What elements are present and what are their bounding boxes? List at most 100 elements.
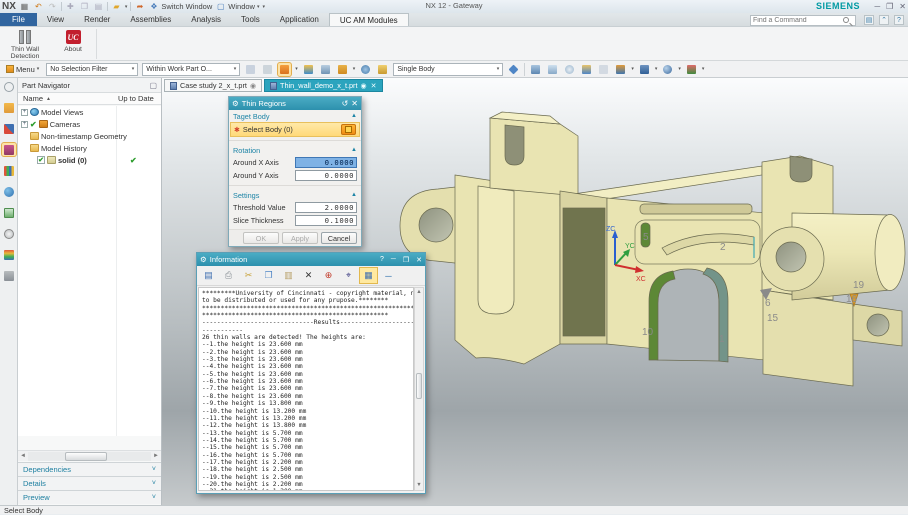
- reuse-library-icon[interactable]: [2, 164, 16, 177]
- information-text-area[interactable]: *********University of Cincinnati - copy…: [198, 287, 414, 491]
- command-finder-icon[interactable]: ▤: [864, 15, 874, 25]
- window-style-caret[interactable]: ▾: [631, 66, 634, 72]
- scrollbar-thumb[interactable]: [416, 372, 422, 399]
- switch-window-button[interactable]: ❖ Switch Window: [148, 2, 212, 12]
- measure-caret[interactable]: ▾: [702, 66, 705, 72]
- menu-button[interactable]: Menu ▾: [3, 64, 42, 75]
- tree-row-model-views[interactable]: + Model Views: [18, 106, 161, 118]
- horizontal-scrollbar[interactable]: ◄ ►: [18, 450, 161, 461]
- work-layer-icon[interactable]: [376, 63, 389, 76]
- tab-view[interactable]: View: [37, 13, 74, 26]
- cancel-button[interactable]: Cancel: [321, 232, 357, 244]
- scroll-down-icon[interactable]: ▼: [415, 481, 423, 490]
- collapse-icon[interactable]: ▲: [351, 113, 357, 119]
- doc-tab-case-study[interactable]: Case study 2_x_t.prt ◉: [164, 79, 263, 92]
- target-body-section-header[interactable]: Taget Body ▲: [229, 110, 361, 122]
- ok-button[interactable]: OK: [243, 232, 279, 244]
- tab-analysis[interactable]: Analysis: [181, 13, 231, 26]
- help-icon[interactable]: ?: [894, 15, 904, 25]
- perspective-icon[interactable]: [597, 63, 610, 76]
- tree-row-model-history[interactable]: Model History: [18, 142, 161, 154]
- paste-icon[interactable]: ▤: [93, 2, 104, 12]
- info-minimize-icon[interactable]: ─: [391, 256, 396, 263]
- true-shading-sphere-icon[interactable]: [661, 63, 674, 76]
- dialog-title-bar[interactable]: ⚙ Thin Regions ↺ ✕: [229, 97, 361, 110]
- information-title-bar[interactable]: ⚙ Information ? ─ ❐ ✕: [197, 253, 425, 266]
- apply-button[interactable]: Apply: [282, 232, 318, 244]
- measure-icon[interactable]: [685, 63, 698, 76]
- settings-section-header[interactable]: Settings ▲: [229, 189, 361, 201]
- column-up-to-date[interactable]: Up to Date: [118, 94, 154, 103]
- part-navigator-icon[interactable]: [0, 142, 17, 157]
- body-filter-dropdown[interactable]: Single Body ▾: [393, 62, 504, 76]
- find-command-input[interactable]: [753, 16, 843, 24]
- scroll-up-icon[interactable]: ▲: [415, 288, 423, 297]
- snap-point-icon[interactable]: [244, 63, 257, 76]
- highlight-caret[interactable]: ▾: [295, 66, 298, 72]
- dialog-close-icon[interactable]: ✕: [351, 99, 358, 108]
- print-icon[interactable]: ⎙: [220, 268, 237, 283]
- dialog-reset-icon[interactable]: ↺: [342, 99, 349, 108]
- expand-icon[interactable]: +: [21, 108, 28, 116]
- scroll-right-icon[interactable]: ►: [151, 453, 161, 459]
- restore-button[interactable]: ❐: [886, 2, 893, 11]
- undock-icon[interactable]: ▢: [149, 81, 157, 90]
- select-body-row[interactable]: ✱ Select Body (0): [230, 122, 360, 137]
- tree-row-solid[interactable]: ✔ solid (0) ✔: [18, 154, 161, 166]
- find-command-box[interactable]: [750, 14, 856, 26]
- window-style-icon[interactable]: [614, 63, 627, 76]
- tab-tools[interactable]: Tools: [231, 13, 270, 26]
- section-preview[interactable]: Preview ˅: [18, 490, 161, 504]
- graphics-viewport[interactable]: 5 2 10 1 15 6 16 19 ZC YC XC Case study …: [162, 78, 908, 505]
- doc-tab-thin-wall-demo[interactable]: Thin_wall_demo_x_t.prt ◉ ✕: [264, 79, 383, 92]
- selection-rectangle-caret[interactable]: ▾: [353, 66, 356, 72]
- info-close-icon[interactable]: ✕: [416, 256, 422, 264]
- resource-bar-options-icon[interactable]: [2, 80, 16, 93]
- collapse-icon[interactable]: ▲: [351, 192, 357, 198]
- around-x-field[interactable]: 0.0000: [295, 157, 357, 168]
- export-file-icon[interactable]: ▤: [200, 268, 217, 283]
- search-binoculars-icon[interactable]: ⌖: [340, 268, 357, 283]
- minimize-button[interactable]: ─: [874, 2, 880, 11]
- find-icon[interactable]: ⊕: [320, 268, 337, 283]
- pin-icon[interactable]: ◉: [250, 82, 256, 90]
- collapse-icon[interactable]: ▲: [351, 147, 357, 153]
- true-shading-caret[interactable]: ▾: [678, 66, 681, 72]
- checkbox-checked-icon[interactable]: ✔: [37, 156, 45, 164]
- roles-icon[interactable]: [2, 248, 16, 261]
- general-selection-icon[interactable]: [507, 63, 520, 76]
- web-browser-icon[interactable]: [2, 185, 16, 198]
- system-materials-icon[interactable]: [2, 269, 16, 282]
- fit-view-icon[interactable]: [529, 63, 542, 76]
- qat-overflow-caret[interactable]: ▾: [262, 4, 265, 10]
- tab-uc-am-modules[interactable]: UC AM Modules: [328, 13, 409, 26]
- open-folder-icon[interactable]: ▰: [111, 2, 122, 12]
- close-tab-icon[interactable]: ✕: [371, 82, 377, 90]
- selection-rectangle-icon[interactable]: [336, 63, 349, 76]
- info-help-icon[interactable]: ?: [380, 256, 384, 263]
- zoom-window-icon[interactable]: [546, 63, 559, 76]
- repeat-command-icon[interactable]: ➦: [134, 2, 145, 12]
- scrollbar-track[interactable]: [28, 451, 151, 461]
- rotation-section-header[interactable]: Rotation ▲: [229, 144, 361, 156]
- window-menu-button[interactable]: ▢ Window ▾: [215, 2, 259, 12]
- around-y-field[interactable]: 0.0000: [295, 170, 357, 181]
- history-palette-icon[interactable]: [2, 206, 16, 219]
- toggle-display-icon[interactable]: ▦: [359, 267, 378, 284]
- render-style-caret[interactable]: ▾: [655, 66, 658, 72]
- cut-icon[interactable]: ✚: [65, 2, 76, 12]
- selection-filter-dropdown[interactable]: No Selection Filter ▾: [46, 62, 139, 76]
- column-name[interactable]: Name ▲: [18, 94, 51, 103]
- copy-icon[interactable]: ❐: [260, 268, 277, 283]
- pin-icon[interactable]: ◉: [361, 82, 367, 90]
- collapse-icon[interactable]: ─: [380, 268, 397, 283]
- section-details[interactable]: Details ˅: [18, 476, 161, 490]
- threshold-field[interactable]: 2.0000: [295, 202, 357, 213]
- undo-icon[interactable]: ↶: [33, 2, 44, 12]
- information-vscrollbar[interactable]: ▲ ▼: [414, 287, 424, 491]
- save-icon[interactable]: ▦: [19, 2, 30, 12]
- tab-application[interactable]: Application: [270, 13, 329, 26]
- redo-icon[interactable]: ↷: [47, 2, 58, 12]
- slice-field[interactable]: 0.1000: [295, 215, 357, 226]
- expand-icon[interactable]: +: [21, 120, 28, 128]
